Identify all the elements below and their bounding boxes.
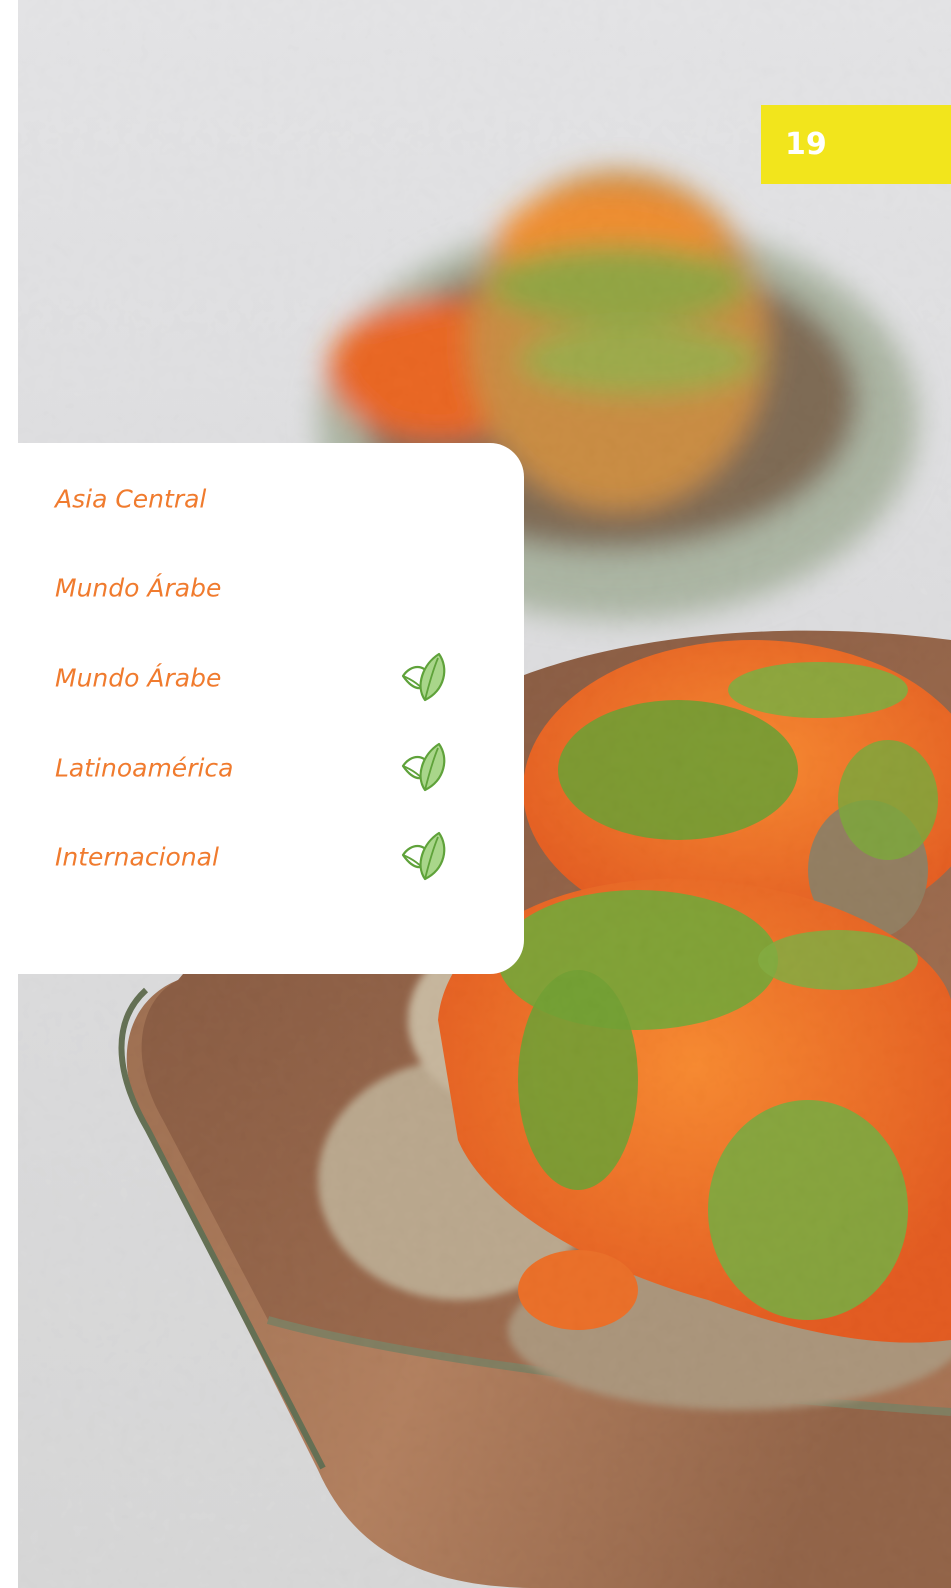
page-number-badge: 19 — [761, 105, 951, 184]
menu-item-label: Mundo Árabe — [55, 573, 222, 603]
menu-item: Mundo Árabe — [55, 650, 475, 706]
menu-item-label: Mundo Árabe — [55, 663, 222, 693]
page-number: 19 — [785, 127, 827, 162]
menu-page: 19 Asia Central Mundo Árabe Mundo Árabe … — [18, 0, 951, 1588]
leaf-icon — [401, 742, 446, 792]
menu-item: Internacional — [55, 829, 475, 885]
menu-item: Mundo Árabe — [55, 560, 475, 616]
menu-item-label: Asia Central — [55, 484, 207, 514]
menu-item: Latinoamérica — [55, 740, 475, 796]
menu-item-label: Internacional — [55, 842, 219, 872]
menu-item: Asia Central — [55, 471, 475, 527]
leaf-icon — [401, 831, 446, 881]
menu-item-label: Latinoamérica — [55, 753, 234, 783]
menu-card: Asia Central Mundo Árabe Mundo Árabe Lat… — [18, 443, 524, 974]
leaf-icon — [401, 652, 446, 702]
